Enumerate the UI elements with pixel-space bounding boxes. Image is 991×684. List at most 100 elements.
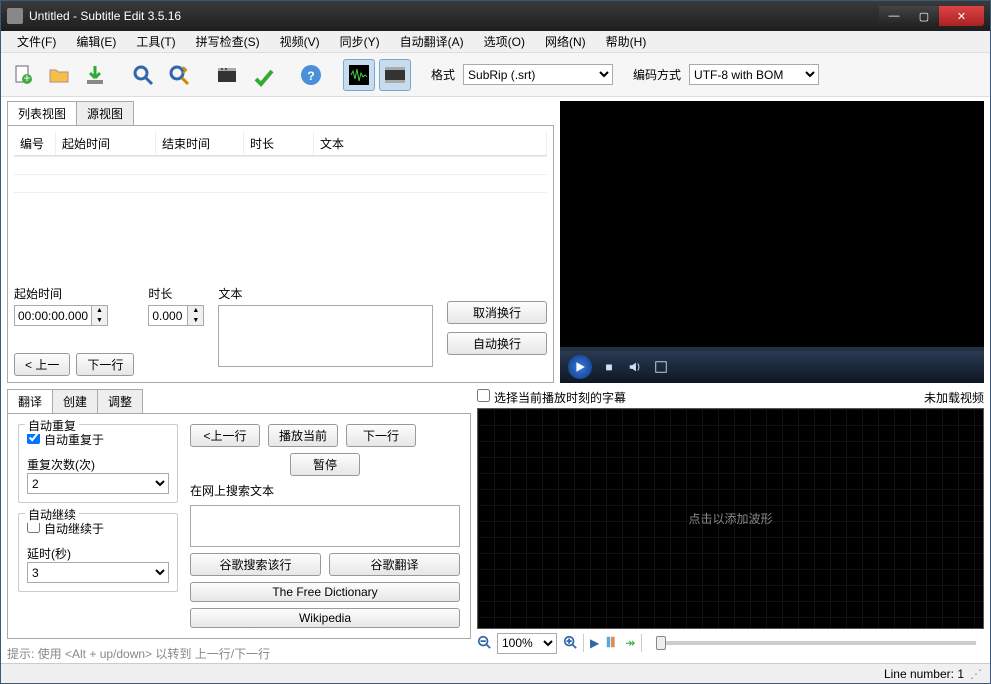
hint-text: 提示: 使用 <Alt + up/down> 以转到 上一行/下一行 [7, 645, 471, 662]
autorepeat-checkbox[interactable]: 自动重复于 [27, 433, 104, 447]
menu-file[interactable]: 文件(F) [9, 31, 64, 52]
spellcheck-icon[interactable] [247, 59, 279, 91]
help-icon[interactable]: ? [295, 59, 327, 91]
format-label: 格式 [431, 66, 455, 83]
wave-position-icon[interactable] [605, 635, 619, 652]
find-icon[interactable] [127, 59, 159, 91]
new-file-icon[interactable]: + [7, 59, 39, 91]
start-time-input[interactable]: ▲▼ [14, 305, 134, 326]
speed-slider[interactable] [656, 641, 976, 645]
tab-listview[interactable]: 列表视图 [7, 101, 77, 125]
menu-edit[interactable]: 编辑(E) [68, 31, 124, 52]
subtitle-text-input[interactable] [218, 305, 433, 367]
trans-prev-button[interactable]: <上一行 [190, 424, 260, 447]
stop-button[interactable]: ■ [600, 358, 618, 376]
menu-autotranslate[interactable]: 自动翻译(A) [392, 31, 472, 52]
menu-spellcheck[interactable]: 拼写检查(S) [188, 31, 268, 52]
tab-sourceview[interactable]: 源视图 [76, 101, 134, 125]
delay-select[interactable]: 3 [27, 562, 169, 583]
menu-help[interactable]: 帮助(H) [598, 31, 655, 52]
spin-up-icon[interactable]: ▲ [92, 306, 107, 316]
menu-tools[interactable]: 工具(T) [128, 31, 183, 52]
statusbar: Line number: 1 ⋰ [1, 663, 990, 683]
text-label: 文本 [218, 285, 433, 302]
encoding-select[interactable]: UTF-8 with BOM [689, 64, 819, 85]
subtitle-grid-header: 编号 起始时间 结束时间 时长 文本 [14, 132, 547, 156]
col-duration[interactable]: 时长 [244, 132, 314, 155]
replace-icon[interactable] [163, 59, 195, 91]
waveform-icon[interactable] [343, 59, 375, 91]
col-end[interactable]: 结束时间 [156, 132, 244, 155]
autobreak-button[interactable]: 自动换行 [447, 332, 547, 355]
menu-options[interactable]: 选项(O) [476, 31, 533, 52]
wikipedia-button[interactable]: Wikipedia [190, 608, 460, 628]
google-search-button[interactable]: 谷歌搜索该行 [190, 553, 321, 576]
close-button[interactable]: ✕ [939, 6, 984, 26]
line-number-status: Line number: 1 [884, 667, 964, 681]
freedictionary-button[interactable]: The Free Dictionary [190, 582, 460, 602]
duration-input[interactable]: ▲▼ [148, 305, 204, 326]
prev-line-button[interactable]: < 上一 [14, 353, 70, 376]
select-current-checkbox[interactable]: 选择当前播放时刻的字幕 [477, 389, 626, 406]
no-video-label: 未加载视频 [924, 389, 984, 406]
table-row[interactable] [14, 174, 547, 192]
fullscreen-icon[interactable] [652, 358, 670, 376]
menubar: 文件(F) 编辑(E) 工具(T) 拼写检查(S) 视频(V) 同步(Y) 自动… [1, 31, 990, 53]
toolbar: + ? 格式 SubRip (.srt) 编码方式 UTF-8 with BOM [1, 53, 990, 97]
pause-button[interactable]: 暂停 [290, 453, 360, 476]
encoding-label: 编码方式 [633, 66, 681, 83]
svg-text:?: ? [307, 69, 314, 83]
save-file-icon[interactable] [79, 59, 111, 91]
play-current-button[interactable]: 播放当前 [268, 424, 338, 447]
menu-video[interactable]: 视频(V) [272, 31, 328, 52]
app-icon [7, 8, 23, 24]
menu-network[interactable]: 网络(N) [537, 31, 594, 52]
volume-icon[interactable] [626, 358, 644, 376]
google-translate-button[interactable]: 谷歌翻译 [329, 553, 460, 576]
autocontinue-checkbox[interactable]: 自动继续于 [27, 522, 104, 536]
spin-up-icon[interactable]: ▲ [188, 306, 203, 316]
repeat-count-select[interactable]: 2 [27, 473, 169, 494]
format-select[interactable]: SubRip (.srt) [463, 64, 613, 85]
titlebar: Untitled - Subtitle Edit 3.5.16 — ▢ ✕ [1, 1, 990, 31]
maximize-button[interactable]: ▢ [909, 6, 939, 26]
delay-label: 延时(秒) [27, 545, 169, 562]
video-icon[interactable] [379, 59, 411, 91]
open-file-icon[interactable] [43, 59, 75, 91]
col-number[interactable]: 编号 [14, 132, 56, 155]
minimize-button[interactable]: — [879, 6, 909, 26]
tab-adjust[interactable]: 调整 [97, 389, 143, 413]
unbreak-button[interactable]: 取消换行 [447, 301, 547, 324]
next-line-button[interactable]: 下一行 [76, 353, 134, 376]
trans-next-button[interactable]: 下一行 [346, 424, 416, 447]
repeat-count-label: 重复次数(次) [27, 456, 169, 473]
table-row[interactable] [14, 192, 547, 210]
menu-sync[interactable]: 同步(Y) [332, 31, 388, 52]
spin-down-icon[interactable]: ▼ [92, 316, 107, 326]
duration-label: 时长 [148, 285, 204, 302]
video-controls: ■ [560, 351, 984, 383]
autorepeat-group: 自动重复 自动重复于 重复次数(次) 2 [18, 424, 178, 503]
play-button[interactable] [568, 355, 592, 379]
zoom-out-icon[interactable] [477, 635, 491, 652]
waveform-panel[interactable]: 点击以添加波形 [477, 408, 984, 629]
subtitle-grid[interactable] [14, 156, 547, 277]
spin-down-icon[interactable]: ▼ [188, 316, 203, 326]
col-text[interactable]: 文本 [314, 132, 547, 155]
zoom-in-icon[interactable] [563, 635, 577, 652]
search-text-input[interactable] [190, 505, 460, 547]
wave-play-icon[interactable]: ▶ [590, 636, 599, 650]
svg-text:+: + [23, 71, 30, 85]
window-title: Untitled - Subtitle Edit 3.5.16 [29, 9, 879, 23]
video-player[interactable]: ■ [560, 101, 984, 383]
col-start[interactable]: 起始时间 [56, 132, 156, 155]
visual-sync-icon[interactable] [211, 59, 243, 91]
wave-next-icon[interactable]: ↠ [625, 636, 635, 650]
tab-create[interactable]: 创建 [52, 389, 98, 413]
tab-translate[interactable]: 翻译 [7, 389, 53, 413]
resize-grip-icon[interactable]: ⋰ [970, 667, 982, 681]
search-web-label: 在网上搜索文本 [190, 482, 460, 499]
add-waveform-label: 点击以添加波形 [688, 510, 772, 527]
zoom-select[interactable]: 100% [497, 633, 557, 654]
table-row[interactable] [14, 156, 547, 174]
